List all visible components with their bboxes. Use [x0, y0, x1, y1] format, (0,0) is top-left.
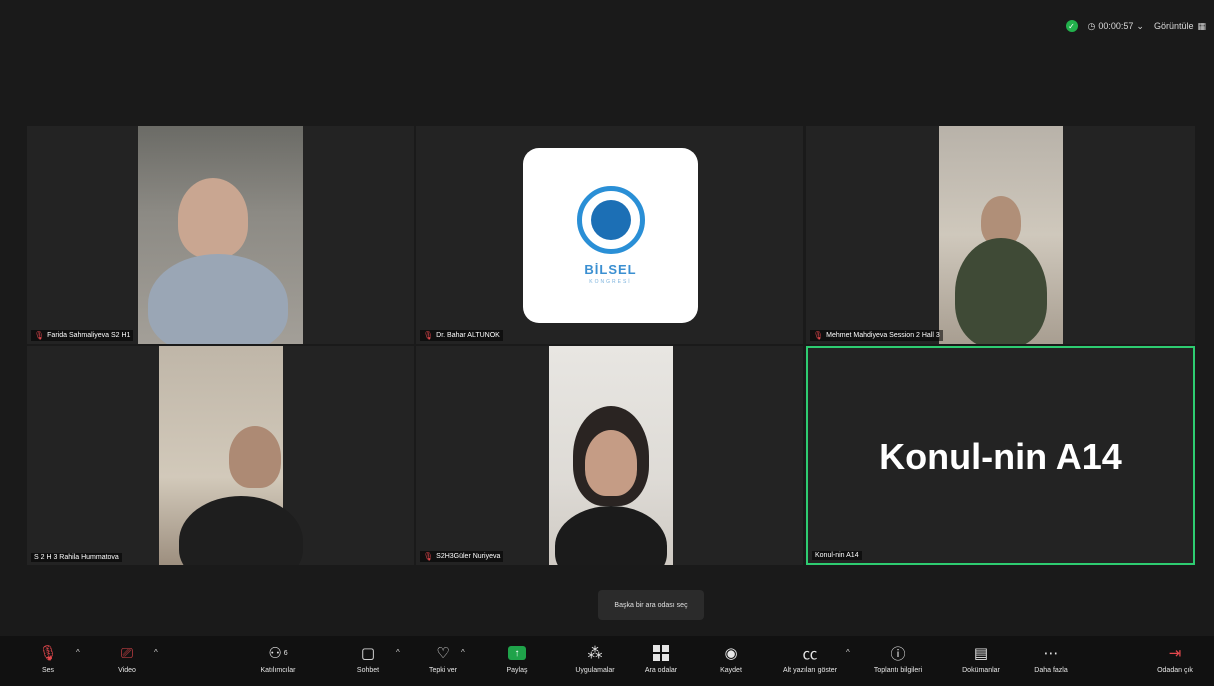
profile-logo: BİLSEL KONGRESİ	[523, 148, 698, 323]
shield-icon[interactable]: ✓	[1065, 20, 1078, 32]
person-figure	[148, 254, 288, 344]
person-figure	[585, 430, 637, 496]
audio-options-chevron-icon[interactable]: ^	[76, 648, 80, 657]
video-button[interactable]: ⎚ Video	[97, 642, 157, 675]
participant-name: Farida Sahmaliyeva S2 H1	[47, 332, 131, 339]
apps-icon: ⁂	[587, 645, 603, 662]
logo-name: BİLSEL	[584, 262, 637, 277]
mic-muted-icon: 🎙	[813, 331, 824, 340]
mic-muted-icon: 🎙	[423, 552, 434, 561]
participants-icon: ⚇ 6	[268, 645, 288, 662]
chat-icon: ▢	[360, 645, 376, 662]
participants-button[interactable]: ⚇ 6 Katılımcılar	[248, 642, 308, 674]
active-speaker-tile[interactable]: Konul-nin A14 Konul-nin A14	[806, 346, 1195, 565]
person-figure	[179, 496, 303, 565]
meeting-toolbar: 🎙 Ses ^ ⎚ Video ^ ⚇ 6 Katılımcılar ▢ Sohb…	[0, 636, 1214, 686]
record-icon: ◉	[724, 645, 738, 662]
document-icon: ▤	[973, 645, 989, 662]
documents-label: Dokümanlar	[962, 667, 1000, 674]
mic-muted-icon: 🎙	[38, 645, 58, 662]
participant-name: S2H3Güler Nuriyeva	[436, 553, 501, 560]
participants-label: Katılımcılar	[260, 667, 296, 674]
participant-tile[interactable]: 🎙 Farida Sahmaliyeva S2 H1	[27, 126, 414, 344]
react-options-chevron-icon[interactable]: ^	[461, 648, 465, 657]
participant-name-label: 🎙 S2H3Güler Nuriyeva	[420, 551, 504, 562]
view-button[interactable]: Görüntüle ▦	[1154, 21, 1206, 32]
participant-video	[939, 126, 1063, 344]
audio-button[interactable]: 🎙 Ses	[18, 642, 78, 674]
timer-text: 00:00:57	[1098, 21, 1134, 31]
top-bar: ✓ ◷ 00:00:57 ⌄ Görüntüle ▦	[0, 0, 1214, 60]
participant-video	[159, 346, 303, 565]
view-label: Görüntüle	[1153, 21, 1194, 31]
leave-room-button[interactable]: ⇥ Odadan çık	[1145, 642, 1205, 674]
react-button[interactable]: ♡ Tepki ver	[413, 642, 473, 674]
captions-button[interactable]: ㏄ Alt yazıları göster	[780, 642, 840, 675]
participant-name: Konul-nin A14	[815, 552, 859, 559]
video-label: Video	[118, 667, 136, 674]
participant-video	[138, 126, 303, 344]
participant-name: S 2 H 3 Rahila Hummatova	[34, 554, 119, 561]
share-label: Paylaş	[506, 667, 528, 674]
person-figure	[955, 238, 1047, 344]
breakout-rooms-button[interactable]: Ara odalar	[631, 642, 691, 674]
mic-muted-icon: 🎙	[34, 331, 45, 340]
participant-name: Dr. Bahar ALTUNOK	[436, 332, 500, 339]
participant-name-label: Konul-nin A14	[812, 551, 862, 560]
breakout-icon	[653, 642, 669, 664]
audio-label: Ses	[41, 667, 55, 674]
participant-name: Mehmet Mahdiyeva Session 2 Hall 3	[826, 332, 940, 339]
clock-icon: ◷	[1087, 20, 1096, 31]
breakout-tooltip: Başka bir ara odası seç	[598, 590, 704, 620]
logo-subtitle: KONGRESİ	[589, 279, 632, 285]
participants-count: 6	[283, 649, 288, 657]
documents-button[interactable]: ▤ Dokümanlar	[951, 642, 1011, 674]
chat-label: Sohbet	[356, 667, 380, 674]
chevron-down-icon: ⌄	[1136, 20, 1144, 31]
leave-label: Odadan çık	[1157, 667, 1193, 674]
cc-icon: ㏄	[802, 645, 818, 663]
meeting-timer[interactable]: ◷ 00:00:57 ⌄	[1088, 21, 1144, 32]
logo-icon	[576, 186, 645, 254]
participant-name-label: 🎙 Mehmet Mahdiyeva Session 2 Hall 3	[810, 330, 943, 341]
leave-icon: ⇥	[1168, 645, 1182, 662]
captions-label: Alt yazıları göster	[782, 667, 838, 674]
more-button[interactable]: ⋯ Daha fazla	[1021, 642, 1081, 674]
participant-tile[interactable]: 🎙 S2H3Güler Nuriyeva	[416, 346, 803, 565]
top-right-controls: ✓ ◷ 00:00:57 ⌄ Görüntüle ▦	[1065, 20, 1206, 32]
person-figure	[555, 506, 667, 565]
participant-name-label: 🎙 Dr. Bahar ALTUNOK	[420, 330, 503, 341]
apps-button[interactable]: ⁂ Uygulamalar	[565, 642, 625, 674]
participant-name-label: 🎙 Farida Sahmaliyeva S2 H1	[31, 330, 134, 341]
info-label: Toplantı bilgileri	[873, 667, 923, 674]
participant-tile[interactable]: S 2 H 3 Rahila Hummatova	[27, 346, 414, 565]
apps-label: Uygulamalar	[575, 667, 615, 674]
video-off-icon: ⎚	[120, 644, 133, 662]
mic-muted-icon: 🎙	[423, 331, 434, 340]
chat-options-chevron-icon[interactable]: ^	[396, 648, 400, 657]
breakout-label: Ara odalar	[644, 667, 678, 674]
chat-button[interactable]: ▢ Sohbet	[338, 642, 398, 674]
active-speaker-name: Konul-nin A14	[879, 436, 1122, 477]
participant-name-label: S 2 H 3 Rahila Hummatova	[31, 553, 122, 562]
more-label: Daha fazla	[1034, 667, 1068, 674]
person-figure	[178, 178, 248, 258]
video-options-chevron-icon[interactable]: ^	[154, 648, 158, 657]
more-icon: ⋯	[1043, 645, 1059, 662]
record-label: Kaydet	[720, 667, 742, 674]
grid-icon: ▦	[1197, 20, 1206, 31]
captions-options-chevron-icon[interactable]: ^	[846, 648, 850, 657]
participant-tile[interactable]: 🎙 Mehmet Mahdiyeva Session 2 Hall 3	[806, 126, 1195, 344]
info-icon: ⓘ	[890, 645, 906, 663]
share-icon: ↑	[508, 642, 526, 664]
share-button[interactable]: ↑ Paylaş	[487, 642, 547, 674]
heart-icon: ♡	[436, 645, 450, 662]
record-button[interactable]: ◉ Kaydet	[701, 642, 761, 674]
react-label: Tepki ver	[428, 667, 457, 674]
participant-video	[549, 346, 673, 565]
meeting-info-button[interactable]: ⓘ Toplantı bilgileri	[868, 642, 928, 675]
person-figure	[229, 426, 281, 488]
